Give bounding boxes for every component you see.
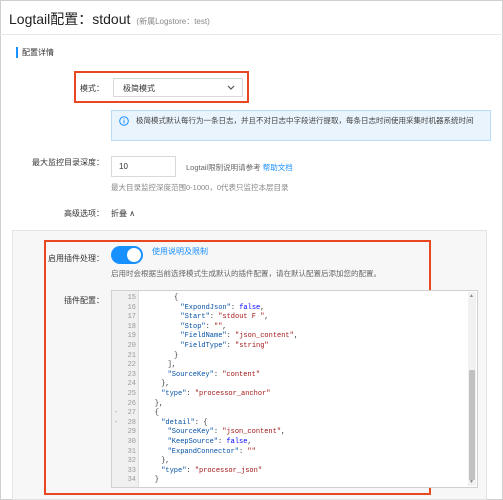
line-number: 32 <box>127 457 136 466</box>
depth-input-value: 10 <box>119 162 128 171</box>
title-divider <box>0 34 503 35</box>
depth-input[interactable]: 10 <box>111 156 176 177</box>
enable-plugin-switch[interactable] <box>111 246 143 264</box>
help-doc-link[interactable]: 帮助文档 <box>263 163 293 172</box>
code-text: }, <box>161 457 170 466</box>
code-line: 32}, <box>112 457 477 467</box>
logstore-subtitle: (新属Logstore：test) <box>136 17 210 26</box>
code-text: }, <box>154 399 164 408</box>
line-number: 20 <box>127 342 136 350</box>
code-line: 20 "FieldType": "string" <box>112 342 477 352</box>
code-text: { <box>154 409 159 418</box>
line-number: 26 <box>127 399 136 408</box>
code-text: } <box>154 476 159 485</box>
code-text: { <box>174 294 179 302</box>
code-text: "ExpondJson": false, <box>180 303 265 312</box>
depth-tip: Logtail限制说明请参考 帮助文档 <box>186 162 293 173</box>
advanced-label: 高级选项： <box>64 209 104 218</box>
depth-help: 最大目录监控深度范围0-1000，0代表只监控本层目录 <box>111 183 289 192</box>
code-text: "ExpandConnector": "" <box>167 447 256 456</box>
scroll-down-icon[interactable]: ▼ <box>469 479 474 485</box>
usage-limits-link[interactable]: 使用说明及限制 <box>152 246 208 257</box>
switch-knob <box>127 248 141 262</box>
line-number: 25 <box>127 390 136 398</box>
page-title: Logtail配置：stdout (新属Logstore：test) <box>9 9 210 29</box>
line-number: 24 <box>127 380 136 389</box>
code-line: 33 "type": "processor_json" <box>112 467 477 477</box>
code-line: 17 "Start": "stdout F ", <box>112 313 477 323</box>
depth-tip-text: Logtail限制说明请参考 <box>186 163 261 172</box>
code-text: "FieldType": "string" <box>180 342 269 350</box>
mode-select[interactable]: 极简模式 <box>113 78 243 97</box>
scrollbar-thumb[interactable] <box>469 370 475 480</box>
line-number: 19 <box>127 332 136 341</box>
scroll-up-icon[interactable]: ▲ <box>469 293 474 299</box>
line-number: 15 <box>127 294 136 302</box>
code-line: 16 "ExpondJson": false, <box>112 304 477 314</box>
line-number: 30 <box>127 438 136 446</box>
code-line: 23 "SourceKey": "content" <box>112 371 477 381</box>
code-text: "Stop": "", <box>180 322 227 331</box>
line-number: 16 <box>127 303 136 312</box>
code-line: 19 "FieldName": "json_content", <box>112 332 477 342</box>
code-line: 15 { <box>112 294 477 304</box>
code-text: } <box>174 351 179 360</box>
code-line: 29 "SourceKey": "json_content", <box>112 428 477 438</box>
code-line: 26}, <box>112 400 477 410</box>
line-number: 29 <box>127 428 136 437</box>
line-number: 17 <box>127 313 136 322</box>
code-line: 28- "detail": { <box>112 419 477 429</box>
mode-label: 模式： <box>80 84 104 93</box>
plugin-config-editor[interactable]: 15 {16 "ExpondJson": false, 17 "Start": "std… <box>111 290 478 488</box>
page-title-text: Logtail配置：stdout <box>9 11 131 27</box>
fold-toggle-icon[interactable]: - <box>114 409 118 419</box>
line-number: 22 <box>127 361 136 370</box>
advanced-collapse-toggle[interactable]: 折叠 ∧ <box>111 208 135 219</box>
line-number: 23 <box>127 370 136 379</box>
line-number: 34 <box>127 476 136 485</box>
code-line: 30 "KeepSource": false, <box>112 438 477 448</box>
plugin-config-label: 插件配置： <box>64 296 104 305</box>
line-number: 33 <box>127 466 136 475</box>
code-line: 24}, <box>112 380 477 390</box>
plugin-tip: 启用时会根据当前选择模式生成默认的插件配置，请在默认配置后添加您的配置。 <box>111 269 381 278</box>
editor-scrollbar[interactable]: ▲ ▼ <box>468 292 476 486</box>
mode-info-text: 极简模式默认每行为一条日志，并且不对日志中字段进行提取，每条日志时间使用采集时机… <box>136 116 474 125</box>
depth-label: 最大监控目录深度： <box>32 158 104 167</box>
mode-info-alert: 极简模式默认每行为一条日志，并且不对日志中字段进行提取，每条日志时间使用采集时机… <box>111 110 491 141</box>
code-line: 25 "type": "processor_anchor" <box>112 390 477 400</box>
code-line: 21} <box>112 352 477 362</box>
code-text: ], <box>167 361 176 370</box>
code-line: 34} <box>112 476 477 486</box>
code-text: "SourceKey": "content" <box>167 370 261 379</box>
code-line: 31 "ExpandConnector": "" <box>112 448 477 458</box>
code-text: }, <box>161 380 170 389</box>
section-header: 配置详情 <box>16 47 54 58</box>
code-text: "FieldName": "json_content", <box>180 332 299 341</box>
fold-toggle-icon[interactable]: - <box>114 419 118 429</box>
line-number: 31 <box>127 447 136 456</box>
line-number: 18 <box>127 322 136 331</box>
enable-plugin-label: 启用插件处理： <box>48 254 104 263</box>
code-text: "KeepSource": false, <box>167 438 252 446</box>
info-icon <box>119 116 129 126</box>
code-text: "SourceKey": "json_content", <box>167 428 286 437</box>
code-line: 22], <box>112 361 477 371</box>
code-line: 18 "Stop": "", <box>112 323 477 333</box>
code-text: "type": "processor_anchor" <box>161 390 271 398</box>
chevron-down-icon <box>227 85 235 90</box>
code-line: 27-{ <box>112 409 477 419</box>
code-text: "Start": "stdout F ", <box>180 313 269 322</box>
line-number: 21 <box>127 351 136 360</box>
code-text: "detail": { <box>161 418 208 427</box>
mode-select-value: 极简模式 <box>123 84 155 93</box>
code-text: "type": "processor_json" <box>161 466 263 475</box>
